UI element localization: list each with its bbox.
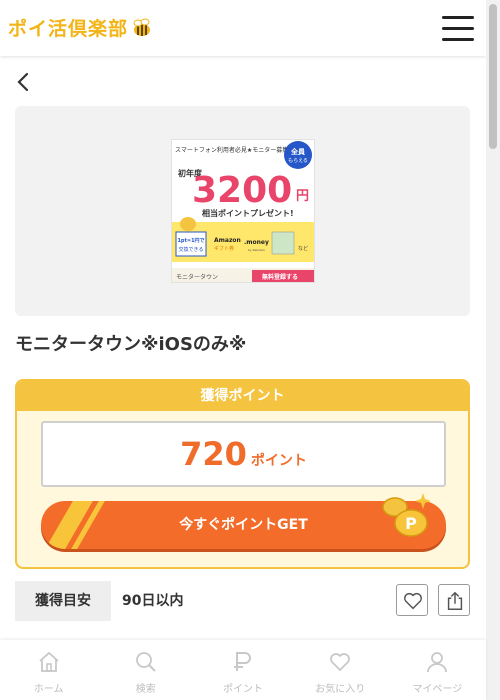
banner-amazon-line1: Amazon (214, 237, 241, 244)
estimate-label: 獲得目安 (15, 581, 111, 621)
share-icon (447, 591, 463, 610)
nav-label-home: ホーム (33, 684, 64, 695)
banner-amount: 3200 (192, 170, 292, 211)
share-button[interactable] (438, 584, 470, 616)
banner-subtitle: 相当ポイントプレゼント! (202, 208, 294, 218)
point-unit: ポイント (250, 453, 307, 469)
banner-exchange-line1: 1pt=1円で (177, 237, 204, 244)
nav-label-mypage: マイページ (412, 684, 463, 695)
banner-brand: モニタータウン (176, 273, 218, 281)
app-header: ポイ活倶楽部 (0, 0, 486, 56)
nav-item-home[interactable]: ホーム (0, 640, 97, 700)
nav-item-favorite[interactable]: お気に入り (292, 640, 389, 700)
banner-tagline: スマートフォン利用者必見★モニター募集 (175, 146, 288, 154)
banner-cta: 無料登録する (262, 273, 298, 281)
nav-item-search[interactable]: 検索 (97, 640, 194, 700)
svg-text:P: P (405, 514, 417, 533)
banner-money-line2: by Rakuten (248, 248, 265, 252)
coins-icon: P (382, 493, 431, 537)
user-icon (427, 652, 448, 673)
point-icon (234, 652, 251, 671)
bee-logo-icon (133, 18, 151, 36)
banner-graphic: スマートフォン利用者必見★モニター募集 全員 もらえる 初年度 3200 円 相… (172, 140, 314, 282)
nav-label-search: 検索 (135, 684, 156, 695)
banner-exchange-line2: 交換できる (179, 246, 204, 253)
back-button[interactable] (12, 68, 36, 96)
logo-text: ポイ活倶楽部 (8, 18, 129, 40)
banner-money-line1: .money (244, 239, 269, 246)
hamburger-menu-icon[interactable] (442, 14, 474, 42)
chevron-left-icon (17, 72, 29, 92)
heart-icon (404, 592, 422, 610)
point-value: 720 (180, 435, 247, 473)
get-points-label: 今すぐポイントGET (179, 517, 308, 533)
banner-amazon-line2: ギフト券 (214, 245, 234, 252)
banner-badge-line1: 全員 (290, 147, 306, 156)
banner-amount-unit: 円 (296, 189, 309, 204)
heart-icon (330, 653, 351, 671)
bottom-nav: ホーム 検索 ポイント お気に入り マイページ (0, 640, 486, 700)
logo[interactable]: ポイ活倶楽部 (8, 14, 152, 41)
nav-label-favorite: お気に入り (315, 684, 366, 695)
scrollbar-thumb[interactable] (489, 4, 497, 149)
search-icon (135, 652, 156, 672)
nav-item-mypage[interactable]: マイページ (389, 640, 486, 700)
banner-etc: など (298, 245, 308, 252)
offer-title: モニタータウン※iOSのみ※ (15, 334, 247, 355)
point-heading: 獲得ポイント (17, 381, 468, 411)
favorite-button[interactable] (396, 584, 428, 616)
scrollbar[interactable] (486, 0, 500, 700)
nav-item-point[interactable]: ポイント (194, 640, 291, 700)
point-display: 720 ポイント (41, 421, 446, 487)
banner-badge-line2: もらえる (288, 158, 308, 164)
nav-label-point: ポイント (223, 684, 263, 695)
offer-banner-image[interactable]: スマートフォン利用者必見★モニター募集 全員 もらえる 初年度 3200 円 相… (171, 139, 315, 283)
estimate-value: 90日以内 (122, 593, 184, 609)
home-icon (38, 651, 59, 672)
